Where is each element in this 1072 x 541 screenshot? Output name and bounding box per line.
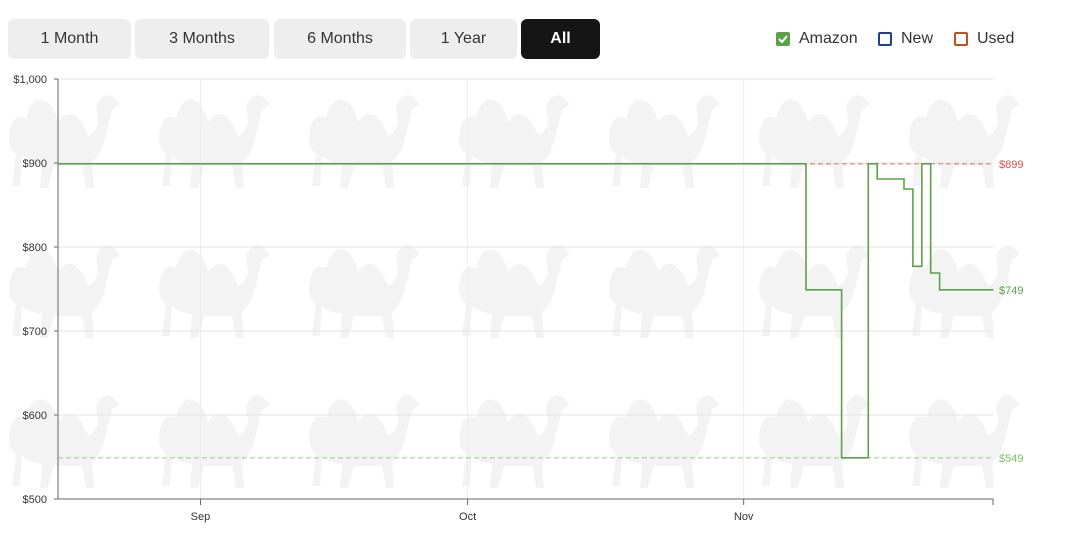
data-point [903,178,905,180]
data-point [921,265,923,267]
y-tick-label: $800 [23,242,47,254]
legend-item-new[interactable]: New [878,29,933,49]
checkbox-empty-icon [878,32,892,46]
legend-item-amazon[interactable]: Amazon [776,29,858,49]
legend-item-used[interactable]: Used [954,29,1014,49]
data-point [930,272,932,274]
price-chart: $500 $600 $700 $800 $900 $1,000 Sep Oct Nov $899 $… [0,66,1072,536]
price-chart-svg: $500 $600 $700 $800 $900 $1,000 Sep Oct Nov $899 $… [0,66,1030,536]
x-tick-label: Sep [191,511,211,523]
range-button-1-month[interactable]: 1 Month [8,19,131,59]
camel-watermark [0,66,1030,536]
data-point [867,457,869,459]
checkbox-empty-icon [954,32,968,46]
y-tick-label: $500 [23,494,47,506]
legend-label-used: Used [977,30,1015,47]
data-point [992,289,994,291]
range-button-3-months[interactable]: 3 Months [135,19,269,59]
end-price-label: $749 [999,285,1023,297]
data-point [938,289,941,291]
y-tick-label: $900 [23,158,47,170]
y-tick-label: $1,000 [13,74,47,86]
y-tick-label: $600 [23,410,47,422]
checkbox-checked-icon [776,32,790,46]
x-tick-label: Nov [734,511,754,523]
data-point [912,265,914,267]
range-button-6-months[interactable]: 6 Months [274,19,406,59]
data-point [841,289,843,291]
data-point [805,163,807,165]
data-point [805,289,807,291]
data-point [57,163,59,165]
data-point [903,188,905,190]
data-point [912,188,914,190]
data-point [841,457,843,459]
reference-label: $899 [999,159,1023,171]
data-point [876,163,878,165]
y-tick-label: $700 [23,326,47,338]
toolbar: 1 Month 3 Months 6 Months 1 Year All Ama… [0,0,1072,66]
legend-label-amazon: Amazon [799,30,858,47]
data-point [867,163,869,165]
data-point [938,272,941,274]
range-button-all[interactable]: All [521,19,600,59]
range-button-1-year[interactable]: 1 Year [410,19,517,59]
reference-label: $549 [999,453,1023,465]
data-point [921,163,923,165]
data-point [930,163,932,165]
legend-label-new: New [901,30,934,47]
x-tick-label: Oct [459,511,476,523]
data-point [876,178,878,180]
